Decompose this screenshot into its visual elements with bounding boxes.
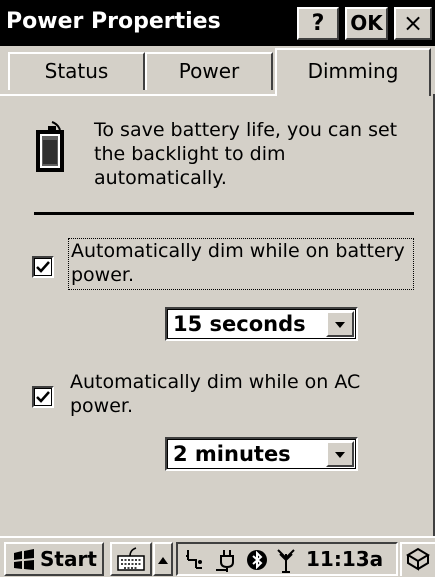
chevron-down-icon [335,452,345,458]
desktop-icon [406,547,430,571]
battery-timeout-value: 15 seconds [173,312,306,336]
title-bar: Power Properties ? OK × [0,0,435,46]
tab-power[interactable]: Power [145,52,273,90]
start-label: Start [40,547,97,571]
system-tray: 11:13a [176,542,398,576]
chevron-down-icon [335,322,345,328]
antenna-icon[interactable] [274,548,298,574]
tab-status[interactable]: Status [8,52,145,90]
battery-dim-label[interactable]: Automatically dim while on battery power… [68,238,414,290]
start-flag-icon [14,549,34,570]
up-arrow-icon [158,557,168,564]
power-plug-icon[interactable] [214,548,240,574]
window-title: Power Properties [6,9,221,34]
desktop-button[interactable] [400,542,435,576]
help-button[interactable]: ? [297,7,339,40]
network-icon[interactable] [184,548,208,572]
battery-timeout-dropdown-button[interactable] [326,311,354,337]
tab-dimming[interactable]: Dimming [275,48,431,96]
section-divider [34,212,414,215]
bluetooth-icon[interactable] [246,549,268,571]
tab-strip: Status Power Dimming [0,46,435,96]
ac-timeout-value: 2 minutes [173,442,291,466]
start-button[interactable]: Start [4,542,104,576]
ac-dim-label[interactable]: Automatically dim while on AC power. [70,370,410,418]
keyboard-icon [117,547,145,571]
clock[interactable]: 11:13a [306,547,383,571]
checkmark-icon [36,391,50,403]
battery-dim-checkbox[interactable] [32,256,54,278]
battery-icon [34,120,66,174]
battery-timeout-select[interactable]: 15 seconds [165,307,358,341]
ac-timeout-dropdown-button[interactable] [326,441,354,467]
info-text: To save battery life, you can set the ba… [94,119,398,189]
close-button[interactable]: × [394,7,432,40]
keyboard-button[interactable] [110,542,152,576]
ok-button[interactable]: OK [345,7,388,40]
input-menu-button[interactable] [153,542,173,576]
ac-dim-checkbox[interactable] [32,386,54,408]
checkmark-icon [36,261,50,273]
ac-timeout-select[interactable]: 2 minutes [165,437,358,471]
taskbar: Start 11:13a [0,536,435,577]
